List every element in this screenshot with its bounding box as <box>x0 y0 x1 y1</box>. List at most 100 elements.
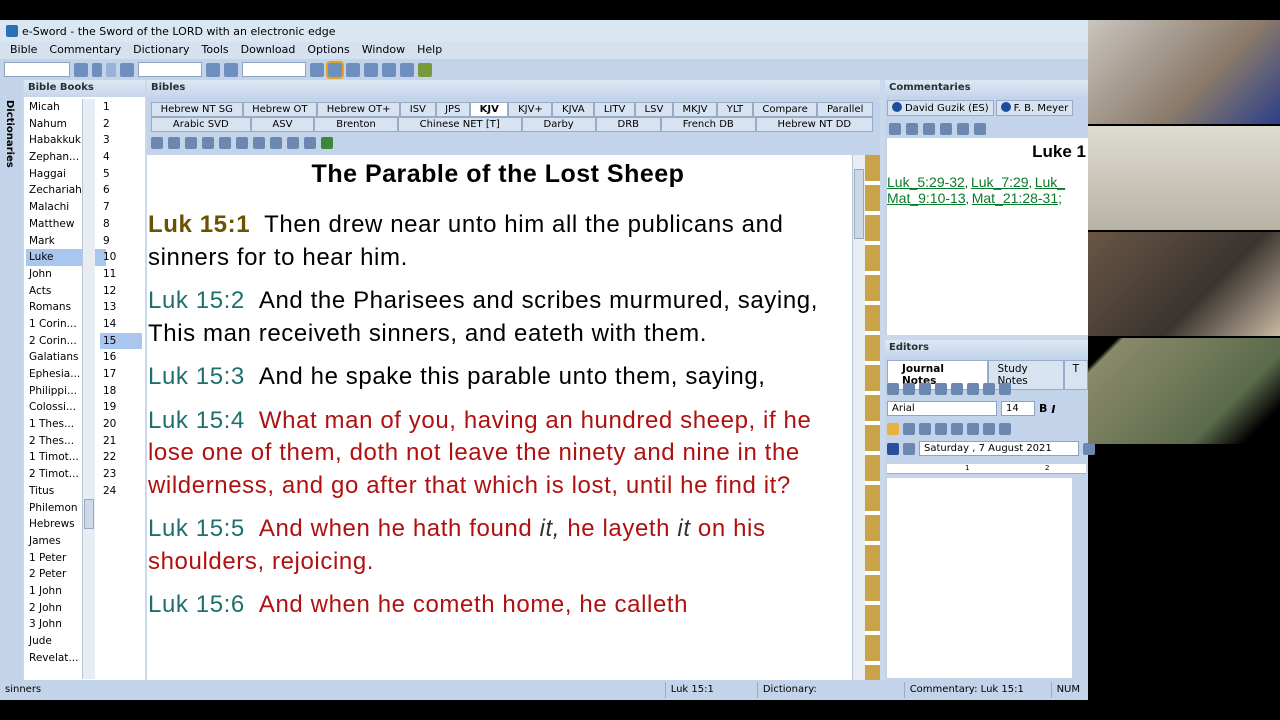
bible-tab[interactable]: Parallel <box>817 102 873 117</box>
layout-icon[interactable] <box>304 137 316 149</box>
bible-tab[interactable]: MKJV <box>672 102 718 117</box>
copy-icon[interactable] <box>889 123 901 135</box>
menu-bible[interactable]: Bible <box>4 42 43 59</box>
chapter-item[interactable]: 3 <box>100 132 142 149</box>
date-picker[interactable]: Saturday , 7 August 2021 <box>919 441 1079 456</box>
scripture-link[interactable]: Mat_21:28-31; <box>972 190 1062 206</box>
notes-icon[interactable] <box>940 123 952 135</box>
italic-button[interactable]: I <box>1051 403 1063 416</box>
lookup-icon[interactable] <box>224 62 238 77</box>
chapter-item[interactable]: 14 <box>100 316 142 333</box>
copy-icon[interactable] <box>151 137 163 149</box>
bible-tab[interactable]: Darby <box>521 117 596 132</box>
search-binoculars-icon[interactable] <box>120 62 134 77</box>
bible-tab[interactable]: Brenton <box>314 117 398 132</box>
paste-icon[interactable] <box>974 123 986 135</box>
chapter-item[interactable]: 2 <box>100 116 142 133</box>
chapter-item[interactable]: 22 <box>100 449 142 466</box>
print-icon[interactable] <box>168 137 180 149</box>
dictionaries-strip[interactable]: Dictionaries <box>0 80 22 680</box>
bold-button[interactable]: B <box>1039 402 1047 415</box>
verse[interactable]: Luk 15:5 And when he hath found it, he la… <box>148 513 848 578</box>
bible-tab[interactable]: KJV <box>470 102 509 117</box>
layout-e-icon[interactable] <box>400 62 414 77</box>
spellcheck-icon[interactable] <box>903 382 915 395</box>
bible-combo[interactable] <box>4 62 70 77</box>
notes-icon[interactable] <box>219 137 231 149</box>
bible-tab[interactable]: JPS <box>435 102 471 117</box>
bible-tab[interactable]: LSV <box>634 102 673 117</box>
tab-more[interactable]: T <box>1063 360 1088 390</box>
layout-c-icon[interactable] <box>364 62 378 77</box>
layout-a-icon[interactable] <box>326 60 344 79</box>
search-combo[interactable] <box>138 62 202 77</box>
paste-icon[interactable] <box>253 137 265 149</box>
verse[interactable]: Luk 15:4 What man of you, having an hundr… <box>148 405 848 503</box>
verse[interactable]: Luk 15:1 Then drew near unto him all the … <box>148 209 848 274</box>
chapter-item[interactable]: 24 <box>100 483 142 500</box>
chapter-item[interactable]: 19 <box>100 399 142 416</box>
dictionary-combo[interactable] <box>242 62 306 77</box>
chapter-item[interactable]: 21 <box>100 433 142 450</box>
bible-tab[interactable]: Chinese NET [T] <box>397 117 522 132</box>
layout-b-icon[interactable] <box>346 62 360 77</box>
chapter-item[interactable]: 17 <box>100 366 142 383</box>
tab-fb-meyer[interactable]: F. B. Meyer <box>995 100 1074 116</box>
chapter-item[interactable]: 13 <box>100 299 142 316</box>
bullet-list-icon[interactable] <box>967 422 979 435</box>
align-right-icon[interactable] <box>919 422 931 435</box>
save-icon[interactable] <box>887 442 899 455</box>
dictionary-icon[interactable] <box>206 62 220 77</box>
chapter-list[interactable]: 1 2 3 4 5 6 7 8 9 10 11 12 13 14 15 16 17 18 19 20 21 22 23 24 <box>100 99 142 500</box>
bible-tab[interactable]: LITV <box>594 102 635 117</box>
export-icon[interactable] <box>903 442 915 455</box>
scripture-link[interactable]: Luk_ <box>1035 174 1065 190</box>
bible-text-scrollbar[interactable] <box>852 155 865 680</box>
chapter-item[interactable]: 7 <box>100 199 142 216</box>
zoom-icon[interactable] <box>287 137 299 149</box>
book-icon[interactable] <box>74 62 88 77</box>
chapter-item[interactable]: 5 <box>100 166 142 183</box>
bible-tab[interactable]: YLT <box>717 102 753 117</box>
bookmark-icon[interactable] <box>923 123 935 135</box>
chapter-item[interactable]: 18 <box>100 383 142 400</box>
bible-tab[interactable]: DRB <box>595 117 661 132</box>
book-list-scrollbar[interactable] <box>82 99 95 679</box>
redo-icon[interactable] <box>999 382 1011 395</box>
chapter-item[interactable]: 8 <box>100 216 142 233</box>
bible-tab[interactable]: Hebrew OT <box>242 102 318 117</box>
bible-tab[interactable]: Hebrew NT DD <box>755 117 874 132</box>
menu-help[interactable]: Help <box>411 42 448 59</box>
menu-commentary[interactable]: Commentary <box>43 42 127 59</box>
bible-tab[interactable]: Hebrew OT+ <box>317 102 401 117</box>
search-icon[interactable] <box>185 137 197 149</box>
bible-tab[interactable]: Compare <box>752 102 818 117</box>
verse[interactable]: Luk 15:6 And when he cometh home, he call… <box>148 589 848 622</box>
commentary-text[interactable]: Luke 1 Luk_5:29-32, Luk_7:29, Luk_ Mat_9… <box>887 138 1088 335</box>
undo-icon[interactable] <box>983 382 995 395</box>
menu-download[interactable]: Download <box>235 42 302 59</box>
chapter-item[interactable]: 16 <box>100 349 142 366</box>
bible-tab[interactable]: Arabic SVD <box>151 117 251 132</box>
go-icon[interactable] <box>310 62 324 77</box>
bible-tab[interactable]: KJVA <box>552 102 595 117</box>
bible-tab[interactable]: ISV <box>400 102 436 117</box>
bookmark-icon[interactable] <box>202 137 214 149</box>
layout-d-icon[interactable] <box>382 62 396 77</box>
numbered-list-icon[interactable] <box>951 422 963 435</box>
tab-david-guzik[interactable]: David Guzik (ES) <box>887 100 994 116</box>
sync-icon[interactable] <box>321 137 333 149</box>
search-icon[interactable] <box>1083 442 1095 455</box>
chapter-item[interactable]: 9 <box>100 233 142 250</box>
chapter-item[interactable]: 6 <box>100 182 142 199</box>
scripture-link[interactable]: Luk_5:29-32 <box>887 174 965 190</box>
copy-icon[interactable] <box>951 382 963 395</box>
save-icon[interactable] <box>887 382 899 395</box>
paste-icon[interactable] <box>967 382 979 395</box>
cut-icon[interactable] <box>935 382 947 395</box>
bible-text-view[interactable]: The Parable of the Lost Sheep Luk 15:1 Th… <box>147 155 852 680</box>
chapter-item[interactable]: 4 <box>100 149 142 166</box>
bible-tab[interactable]: KJV+ <box>508 102 553 117</box>
library-icon[interactable] <box>418 62 432 77</box>
bible-tab[interactable]: French DB <box>660 117 756 132</box>
